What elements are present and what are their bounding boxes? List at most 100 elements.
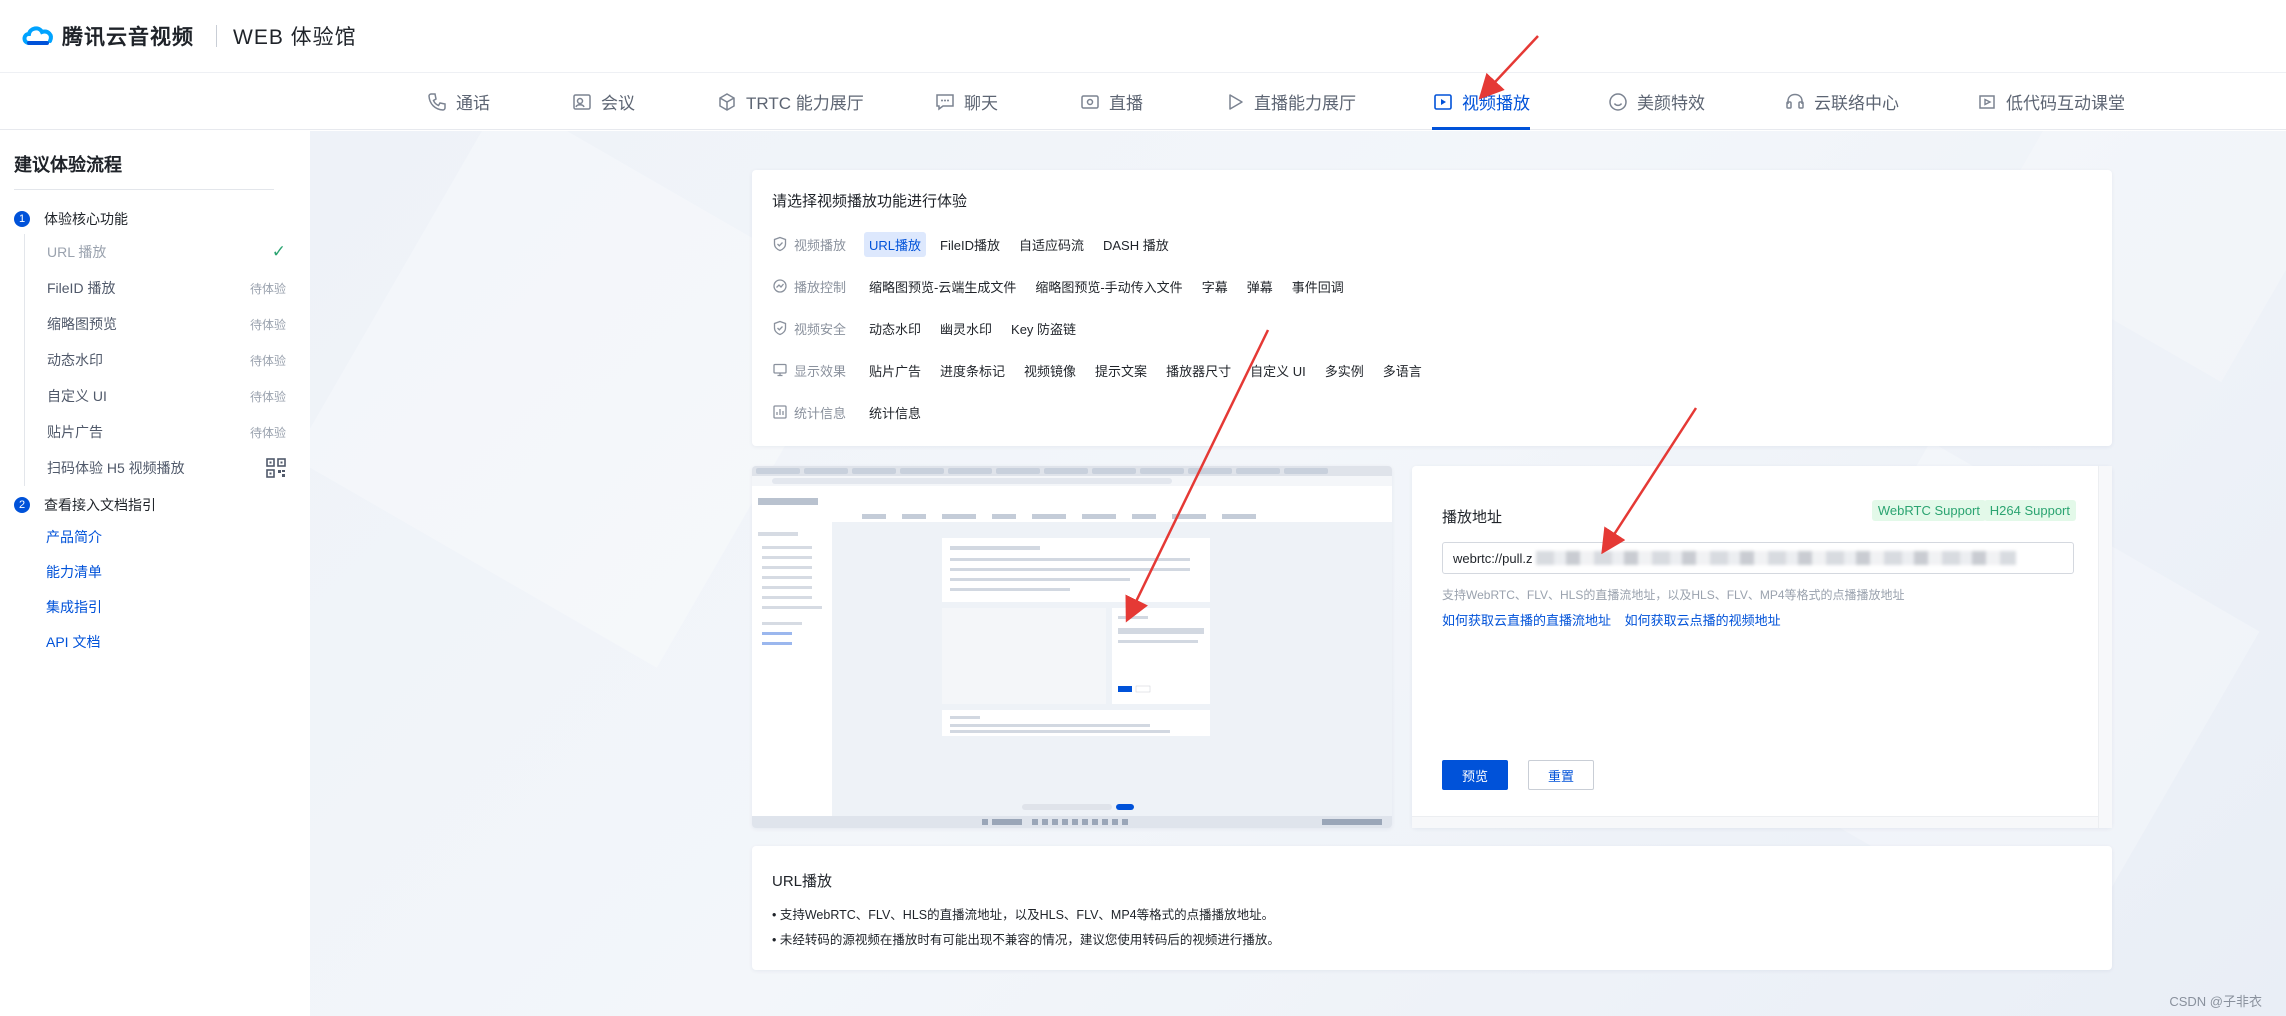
description-text: 支持WebRTC、FLV、HLS的直播流地址，以及HLS、FLV、MP4等格式的… — [779, 908, 1275, 922]
link-live-stream-url[interactable]: 如何获取云直播的直播流地址 — [1442, 613, 1611, 628]
feature-row-label: 统计信息 — [772, 403, 864, 422]
form-header: 播放地址 WebRTC Support H264 Support — [1442, 500, 2076, 527]
nav-label: 会议 — [601, 94, 635, 113]
row-label-text: 播放控制 — [794, 279, 847, 295]
vertical-scrollbar[interactable] — [2098, 466, 2112, 828]
step-label: 体验核心功能 — [44, 211, 128, 227]
feature-tag-subtitle[interactable]: 字幕 — [1197, 274, 1233, 299]
sidebar-item-label: 缩略图预览 — [47, 316, 117, 332]
preview-button[interactable]: 预览 — [1442, 760, 1508, 790]
sidebar-item-thumbnail[interactable]: 缩略图预览 待体验 — [47, 306, 286, 342]
step-label: 查看接入文档指引 — [44, 497, 156, 513]
h264-support-badge: H264 Support — [1983, 500, 2076, 521]
blurred-url — [1536, 551, 2017, 565]
row-label-text: 显示效果 — [794, 363, 847, 379]
doc-link-capabilities[interactable]: 能力清单 — [46, 555, 296, 590]
feature-row-label: 视频播放 — [772, 235, 864, 254]
status-text: 待体验 — [249, 317, 286, 332]
sidebar-item-label: FileID 播放 — [47, 280, 116, 296]
monitor-icon — [773, 363, 787, 377]
nav-label: 直播能力展厅 — [1254, 94, 1356, 113]
feature-tag-mirror[interactable]: 视频镜像 — [1019, 358, 1081, 383]
feature-tag-url-play[interactable]: URL播放 — [864, 231, 927, 257]
feature-tag-ads[interactable]: 贴片广告 — [864, 358, 926, 383]
sidebar-item-custom-ui[interactable]: 自定义 UI 待体验 — [47, 378, 286, 414]
doc-link-integration[interactable]: 集成指引 — [46, 590, 296, 625]
webrtc-support-badge: WebRTC Support — [1871, 500, 1986, 521]
chat-icon — [936, 93, 954, 110]
feature-tag-stats[interactable]: 统计信息 — [864, 400, 926, 425]
sidebar-item-label: 贴片广告 — [47, 424, 103, 440]
status-text: 待体验 — [249, 389, 286, 404]
row-label-text: 视频播放 — [794, 237, 847, 253]
row-label-text: 统计信息 — [794, 405, 847, 421]
doc-link-api[interactable]: API 文档 — [46, 625, 296, 660]
step-number: 1 — [14, 211, 30, 227]
link-vod-url[interactable]: 如何获取云点播的视频地址 — [1625, 613, 1781, 628]
status-text: 待体验 — [249, 281, 286, 296]
feature-tag-multi-lang[interactable]: 多语言 — [1378, 358, 1427, 383]
beauty-icon — [1609, 92, 1627, 111]
headset-icon — [1786, 93, 1804, 109]
sidebar-item-fileid-play[interactable]: FileID 播放 待体验 — [47, 270, 286, 306]
cloud-logo-icon — [22, 26, 53, 45]
feature-tag-multi-instance[interactable]: 多实例 — [1320, 358, 1369, 383]
nav-label: 直播 — [1109, 94, 1143, 113]
nav-item-trtc-hall[interactable]: TRTC 能力展厅 — [716, 73, 864, 130]
sidebar-title: 建议体验流程 — [14, 155, 122, 175]
brand-logo[interactable]: 腾讯云音视频 — [20, 21, 194, 51]
step-core-features: 1 体验核心功能 — [14, 204, 296, 234]
feature-tag-thumb-cloud[interactable]: 缩略图预览-云端生成文件 — [864, 274, 1021, 299]
qr-code-icon[interactable] — [266, 458, 286, 478]
feature-tag-thumb-manual[interactable]: 缩略图预览-手动传入文件 — [1030, 274, 1187, 299]
shield-icon — [773, 236, 787, 252]
video-preview-area[interactable] — [752, 466, 1392, 828]
nav-item-lowcode-class[interactable]: 低代码互动课堂 — [1976, 73, 2125, 130]
feature-tag-adaptive[interactable]: 自适应码流 — [1014, 232, 1089, 257]
card-title: 请选择视频播放功能进行体验 — [772, 193, 968, 210]
feature-tag-danmaku[interactable]: 弹幕 — [1242, 274, 1278, 299]
nav-item-live[interactable]: 直播 — [1079, 73, 1143, 130]
player-preview-image — [752, 466, 1392, 828]
meeting-icon — [573, 93, 591, 110]
description-line: • 未经转码的源视频在播放时有可能出现不兼容的情况，建议您使用转码后的视频进行播… — [772, 933, 1280, 947]
feature-row-play: 视频播放 URL播放 FileID播放 自适应码流 DASH 播放 — [772, 223, 2092, 265]
feature-row-label: 视频安全 — [772, 319, 864, 338]
step-docs: 2 查看接入文档指引 — [14, 490, 296, 520]
feature-tag-custom-ui[interactable]: 自定义 UI — [1245, 358, 1311, 383]
feature-tag-ghost-watermark[interactable]: 幽灵水印 — [935, 316, 997, 341]
nav-item-call[interactable]: 通话 — [426, 73, 490, 130]
nav-item-contact-center[interactable]: 云联络中心 — [1784, 73, 1899, 130]
sidebar-item-ads[interactable]: 贴片广告 待体验 — [47, 414, 286, 450]
header-subtitle: WEB 体验馆 — [233, 26, 357, 49]
feature-row-label: 播放控制 — [772, 277, 864, 296]
sidebar-item-watermark[interactable]: 动态水印 待体验 — [47, 342, 286, 378]
nav-item-video-play[interactable]: 视频播放 — [1432, 73, 1530, 130]
nav-item-meeting[interactable]: 会议 — [571, 73, 635, 130]
feature-tag-tips[interactable]: 提示文案 — [1090, 358, 1152, 383]
feature-tag-size[interactable]: 播放器尺寸 — [1161, 358, 1236, 383]
sidebar-item-label: 自定义 UI — [47, 388, 107, 404]
sidebar-item-url-play[interactable]: URL 播放 ✓ — [47, 234, 286, 270]
feature-tag-dash[interactable]: DASH 播放 — [1098, 232, 1174, 257]
sidebar-item-h5-scan[interactable]: 扫码体验 H5 视频播放 — [47, 450, 286, 486]
nav-label: TRTC 能力展厅 — [746, 94, 864, 113]
reset-button[interactable]: 重置 — [1528, 760, 1594, 790]
feature-tag-key-hotlink[interactable]: Key 防盗链 — [1006, 316, 1081, 341]
feature-tag-progress-mark[interactable]: 进度条标记 — [935, 358, 1010, 383]
feature-tag-fileid-play[interactable]: FileID播放 — [935, 232, 1005, 257]
nav-item-chat[interactable]: 聊天 — [934, 73, 998, 130]
sidebar: 建议体验流程 1 体验核心功能 URL 播放 ✓ FileID 播放 待体验 缩… — [0, 131, 310, 1016]
nav-item-live-hall[interactable]: 直播能力展厅 — [1224, 73, 1356, 130]
feature-tag-events[interactable]: 事件回调 — [1287, 274, 1349, 299]
feature-select-card: 请选择视频播放功能进行体验 视频播放 URL播放 FileID播放 自适应码流 … — [752, 170, 2112, 446]
feature-tag-dyn-watermark[interactable]: 动态水印 — [864, 316, 926, 341]
nav-label: 云联络中心 — [1814, 94, 1899, 113]
horizontal-scrollbar[interactable] — [1412, 816, 2098, 828]
nav-label: 通话 — [456, 94, 490, 113]
sidebar-item-label: 动态水印 — [47, 352, 103, 368]
nav-item-beauty[interactable]: 美颜特效 — [1607, 73, 1705, 130]
play-url-input[interactable]: webrtc://pull.z — [1442, 542, 2074, 574]
phone-icon — [428, 92, 446, 111]
doc-link-intro[interactable]: 产品简介 — [46, 520, 296, 555]
